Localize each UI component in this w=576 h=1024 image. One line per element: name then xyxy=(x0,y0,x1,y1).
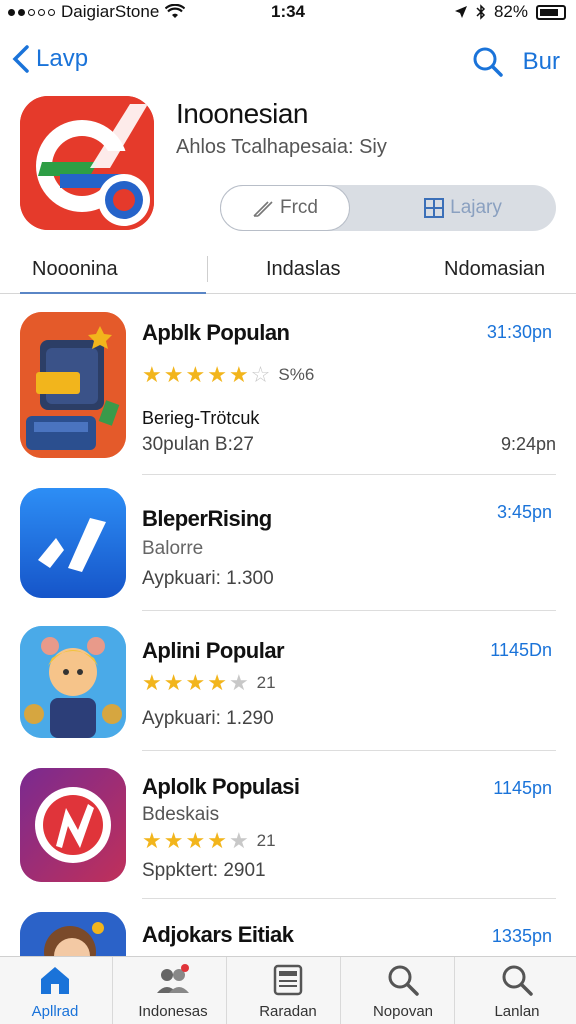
battery-icon xyxy=(536,4,566,20)
battery-percent: 82% xyxy=(493,2,528,21)
bottom-tab-bar: Apllrad Indonesas Raradan Nopovan Lanlan xyxy=(0,956,576,1024)
star-icon: ★ xyxy=(163,362,184,387)
buy-button[interactable]: Bur xyxy=(523,48,560,76)
star-icon: ★ xyxy=(207,362,227,387)
app-downloads: Aypkuari: 1.300 xyxy=(142,568,274,589)
tab-bar-label: Indonesas xyxy=(138,1003,208,1020)
app-name: Aplolk Populasi xyxy=(142,774,300,799)
tab-2[interactable]: Indaslas xyxy=(266,258,341,281)
star-icon: ★ xyxy=(142,828,162,853)
nav-bar: Lavp Bur xyxy=(0,40,576,84)
rating-stars: ★ ★ ★ ★ ★ 21 xyxy=(142,670,276,696)
search-icon xyxy=(502,965,533,996)
status-right: 82% xyxy=(454,2,566,22)
rating-stars: ★ ★ ★ ★ ★ 21 xyxy=(142,828,276,854)
tab-1[interactable]: Nooonina xyxy=(32,258,118,281)
app-downloads: 30pulan B:27 xyxy=(142,434,254,455)
location-icon xyxy=(454,6,467,18)
star-icon: ★ xyxy=(228,828,249,853)
search-icon xyxy=(388,965,419,996)
app-time: 1145Dn xyxy=(490,640,552,660)
tab-bar-label: Nopovan xyxy=(372,1003,434,1020)
star-icon: ★ xyxy=(185,670,206,695)
rating-stars: ★ ★ ★ ★ ★ ☆ S%6 xyxy=(142,362,314,388)
app-name: Aplini Popular xyxy=(142,638,285,663)
app-icon-music xyxy=(20,488,126,598)
tab-3[interactable]: Ndomasian xyxy=(444,258,545,281)
grid-icon xyxy=(424,198,445,218)
tab-bar-item-people[interactable]: Indonesas xyxy=(118,963,228,1020)
app-downloads: Sppktert: 2901 xyxy=(142,860,266,881)
star-outline-icon: ☆ xyxy=(250,362,271,387)
rating-count: 21 xyxy=(256,673,276,692)
people-icon xyxy=(157,964,189,993)
rating-count: S%6 xyxy=(278,365,315,384)
app-icon-wallet xyxy=(20,312,126,458)
star-icon: ★ xyxy=(228,362,249,387)
rating-count: 21 xyxy=(256,831,276,850)
app-detail: Balorre xyxy=(142,538,204,559)
app-title: Inoonesian xyxy=(176,98,309,129)
tab-bar-item-home[interactable]: Apllrad xyxy=(0,963,110,1020)
app-icon xyxy=(20,96,154,230)
category-tabs: Nooonina Indaslas Ndomasian xyxy=(0,250,576,294)
app-name: Adjokars Eitiak xyxy=(142,922,294,947)
tab-bar-item-news[interactable]: Raradan xyxy=(233,963,343,1020)
app-time-secondary: 9:24pn xyxy=(500,434,556,454)
tab-bar-label: Apllrad xyxy=(31,1003,79,1020)
home-icon xyxy=(41,967,69,994)
row-divider xyxy=(142,610,556,611)
app-subtitle: Ahlos Tcalhapesaia: Siy xyxy=(176,136,387,158)
row-divider xyxy=(142,474,556,475)
star-icon: ★ xyxy=(185,828,206,853)
app-icon-character xyxy=(20,626,126,738)
back-button[interactable]: Lavp xyxy=(10,44,88,74)
star-icon: ★ xyxy=(228,670,249,695)
tab-bar-item-explore[interactable]: Lanlan xyxy=(462,963,572,1020)
search-icon[interactable] xyxy=(472,46,504,78)
app-time: 3:45pn xyxy=(496,502,552,522)
star-icon: ★ xyxy=(207,670,227,695)
app-icon-avatar xyxy=(20,912,126,956)
row-divider xyxy=(142,750,556,751)
star-icon: ★ xyxy=(142,362,162,387)
app-downloads: Aypkuari: 1.290 xyxy=(142,708,274,729)
segment-option-library-label: Lajary xyxy=(450,197,502,218)
star-icon: ★ xyxy=(163,828,184,853)
status-bar: DaigiarStone 1:34 82% xyxy=(0,0,576,26)
app-time: 31:30pn xyxy=(486,322,552,342)
row-divider xyxy=(142,898,556,899)
tab-bar-item-search[interactable]: Nopovan xyxy=(348,963,458,1020)
app-icon-brand xyxy=(20,768,126,882)
tab-bar-divider xyxy=(226,957,227,1024)
back-label: Lavp xyxy=(36,45,89,72)
chevron-left-icon xyxy=(12,45,29,73)
star-icon: ★ xyxy=(185,362,206,387)
tab-indicator xyxy=(20,292,206,294)
app-detail: Berieg-Trötcuk xyxy=(142,408,260,428)
tab-bar-divider xyxy=(112,957,113,1024)
star-icon: ★ xyxy=(207,828,227,853)
news-icon xyxy=(273,964,303,996)
star-icon: ★ xyxy=(142,670,162,695)
segment-option-library[interactable]: Lajary xyxy=(370,185,556,231)
app-detail: Bdeskais xyxy=(142,804,220,825)
edit-icon xyxy=(253,201,273,217)
app-time: 1335pn xyxy=(491,926,552,946)
segmented-control: Frcd Lajary xyxy=(220,185,556,231)
app-name: BleperRising xyxy=(142,506,272,531)
app-time: 1145pn xyxy=(493,778,552,798)
segment-option-free-label: Frcd xyxy=(280,197,318,218)
star-icon: ★ xyxy=(163,670,184,695)
tab-divider xyxy=(207,256,208,282)
tab-bar-divider xyxy=(340,957,341,1024)
tab-bar-label: Raradan xyxy=(259,1003,317,1020)
segment-option-free[interactable]: Frcd xyxy=(220,185,350,231)
tab-bar-divider xyxy=(454,957,455,1024)
app-name: Apblk Populan xyxy=(142,320,290,345)
tab-bar-label: Lanlan xyxy=(494,1003,540,1020)
bluetooth-icon xyxy=(476,4,486,20)
